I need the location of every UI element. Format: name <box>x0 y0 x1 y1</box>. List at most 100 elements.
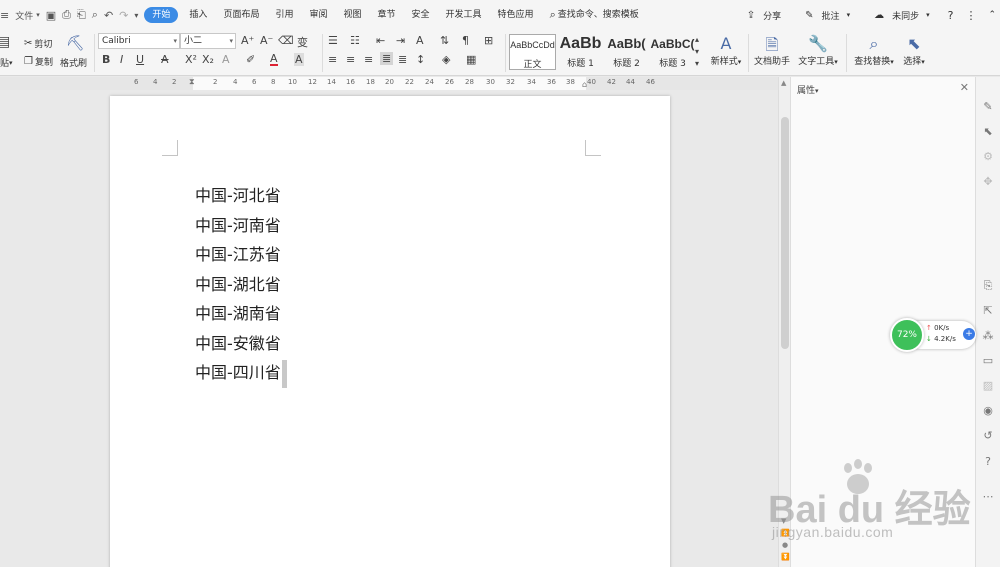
chinese-layout-icon[interactable]: A <box>416 34 424 47</box>
format-painter-button[interactable]: 格式刷 <box>60 56 87 69</box>
align-right-icon[interactable]: ≡ <box>364 53 373 66</box>
tab-home[interactable]: 开始 <box>144 7 179 23</box>
tab-security[interactable]: 安全 <box>404 0 438 30</box>
customize-icon[interactable]: ▾ <box>134 6 138 24</box>
doc-paragraph[interactable]: 中国-湖南省 <box>195 300 287 330</box>
collapse-ribbon-icon[interactable]: ⌃ <box>988 10 996 20</box>
tab-insert[interactable]: 插入 <box>181 0 215 30</box>
translate-icon[interactable]: ⁂ <box>981 329 995 343</box>
phonetic-guide-icon[interactable]: 变 <box>297 34 308 50</box>
history-icon[interactable]: ↺ <box>981 429 995 443</box>
style-set-icon[interactable]: ⚙ <box>981 150 995 164</box>
comment-button[interactable]: ✎ 批注 ▾ <box>799 9 856 22</box>
tab-page-layout[interactable]: 页面布局 <box>215 0 267 30</box>
doc-paragraph-last[interactable]: 中国-四川省 <box>195 359 287 389</box>
archive-icon[interactable]: ▭ <box>981 354 995 368</box>
doc-paragraph[interactable]: 中国-江苏省 <box>195 241 287 271</box>
menu-icon[interactable]: ≡ <box>0 6 9 24</box>
italic-icon[interactable]: I <box>120 53 123 66</box>
doc-paragraph[interactable]: 中国-河北省 <box>195 182 287 212</box>
network-speed-widget[interactable]: 72% ↑ 0K/s ↓ 4.2K/s + <box>890 318 978 352</box>
shrink-font-icon[interactable]: A⁻ <box>260 34 273 47</box>
justify-icon[interactable]: ≣ <box>380 52 394 65</box>
redo-icon[interactable]: ↷ <box>119 6 128 24</box>
tab-developer[interactable]: 开发工具 <box>438 0 490 30</box>
image-icon[interactable]: ▨ <box>981 379 995 393</box>
share-out-icon[interactable]: ⇱ <box>981 304 995 318</box>
horizontal-ruler[interactable]: 6 4 2 2 4 6 8 10 12 14 16 18 20 22 24 26… <box>0 77 780 90</box>
export-pdf-icon[interactable]: ⎙ <box>62 6 71 24</box>
numbered-list-icon[interactable]: ☷ <box>350 34 360 47</box>
tab-references[interactable]: 引用 <box>267 0 301 30</box>
superscript-icon[interactable]: X² <box>185 53 197 66</box>
style-heading-3[interactable]: AaBbC( 标题 3 <box>649 34 696 70</box>
table-grid-icon[interactable]: ⊞ <box>484 34 493 47</box>
tab-featured[interactable]: 特色应用 <box>490 0 542 30</box>
properties-title[interactable]: 属性▾ <box>797 83 819 96</box>
document-page[interactable]: 中国-河北省 中国-河南省 中国-江苏省 中国-湖北省 中国-湖南省 中国-安徽… <box>110 96 670 567</box>
accelerate-icon[interactable]: + <box>963 328 975 340</box>
grow-font-icon[interactable]: A⁺ <box>241 34 254 47</box>
scroll-up-icon[interactable]: ▲ <box>781 79 786 87</box>
cut-button[interactable]: ✂ 剪切 <box>24 37 52 50</box>
strikethrough-icon[interactable]: A <box>161 53 169 66</box>
file-menu[interactable]: 文件 ▾ <box>15 6 40 24</box>
print-preview-icon[interactable]: ⌕ <box>92 6 98 24</box>
gallery-scroll-icon[interactable]: ▴ ▾ ▾ <box>695 34 699 70</box>
font-name-select[interactable]: Calibri ▾ <box>98 33 180 49</box>
align-left-icon[interactable]: ≡ <box>328 53 337 66</box>
increase-indent-icon[interactable]: ⇥ <box>396 34 405 47</box>
select-button[interactable]: ⬉ 选择▾ <box>900 34 928 67</box>
char-shading-icon[interactable]: A <box>294 53 304 66</box>
bullet-list-icon[interactable]: ☰ <box>328 34 338 47</box>
right-indent-marker-icon[interactable]: ⌂ <box>582 80 587 89</box>
undo-icon[interactable]: ↶ <box>104 6 113 24</box>
paste-button[interactable]: 贴 ▾ <box>0 56 13 70</box>
tab-review[interactable]: 审阅 <box>301 0 335 30</box>
more-button[interactable]: ⋮ <box>965 9 976 22</box>
new-style-button[interactable]: A 新样式▾ <box>707 34 745 67</box>
pen-icon[interactable]: ✎ <box>981 100 995 114</box>
style-heading-1[interactable]: AaBb 标题 1 <box>557 34 604 70</box>
doc-helper-button[interactable]: 🗎 文档助手 <box>753 34 791 67</box>
border-icon[interactable]: ▦ <box>466 53 476 66</box>
style-normal[interactable]: AaBbCcDd 正文 <box>509 34 556 70</box>
shading-icon[interactable]: ◈ <box>442 53 450 66</box>
help-button[interactable]: ? <box>948 9 954 22</box>
tab-view[interactable]: 视图 <box>335 0 369 30</box>
save-icon[interactable]: ▣ <box>46 6 56 24</box>
pointer-icon[interactable]: ⬉ <box>981 125 995 139</box>
paste-icon[interactable]: ▤ <box>0 34 10 50</box>
line-spacing-icon[interactable]: ↕ <box>416 53 425 66</box>
bold-icon[interactable]: B <box>102 53 110 66</box>
subscript-icon[interactable]: X₂ <box>202 53 214 66</box>
style-heading-2[interactable]: AaBb( 标题 2 <box>603 34 650 70</box>
doc-paragraph[interactable]: 中国-河南省 <box>195 212 287 242</box>
scroll-thumb[interactable] <box>781 117 789 349</box>
command-search[interactable]: ⌕ 查找命令、搜索模板 <box>542 0 647 30</box>
align-center-icon[interactable]: ≡ <box>346 53 355 66</box>
sync-button[interactable]: ☁ 未同步 ▾ <box>868 9 936 22</box>
backup-icon[interactable]: ◉ <box>981 404 995 418</box>
distributed-icon[interactable]: ≣ <box>398 53 407 66</box>
navigation-icon[interactable]: ⎘ <box>981 279 995 293</box>
decrease-indent-icon[interactable]: ⇤ <box>376 34 385 47</box>
find-replace-button[interactable]: ⌕ 查找替换▾ <box>851 34 897 67</box>
indent-marker-icon[interactable]: ⧗ <box>189 77 195 87</box>
tab-section[interactable]: 章节 <box>370 0 404 30</box>
print-icon[interactable]: ⎗ <box>77 6 86 24</box>
document-text[interactable]: 中国-河北省 中国-河南省 中国-江苏省 中国-湖北省 中国-湖南省 中国-安徽… <box>195 182 287 389</box>
sort-icon[interactable]: ⇅ <box>440 34 449 47</box>
clear-format-icon[interactable]: ⌫ <box>278 34 294 47</box>
font-color-icon[interactable]: A <box>270 53 278 66</box>
copy-button[interactable]: ❐ 复制 <box>24 55 53 68</box>
font-size-select[interactable]: 小二 ▾ <box>180 33 236 49</box>
text-effect-icon[interactable]: A <box>222 53 230 66</box>
doc-paragraph[interactable]: 中国-湖北省 <box>195 271 287 301</box>
highlight-icon[interactable]: ✐ <box>246 53 255 66</box>
share-button[interactable]: ⇪ 分享 <box>741 9 787 22</box>
underline-icon[interactable]: U <box>136 53 144 66</box>
close-icon[interactable]: ✕ <box>960 81 969 94</box>
text-tools-button[interactable]: 🔧 文字工具▾ <box>796 34 840 67</box>
show-marks-icon[interactable]: ¶ <box>462 34 469 47</box>
